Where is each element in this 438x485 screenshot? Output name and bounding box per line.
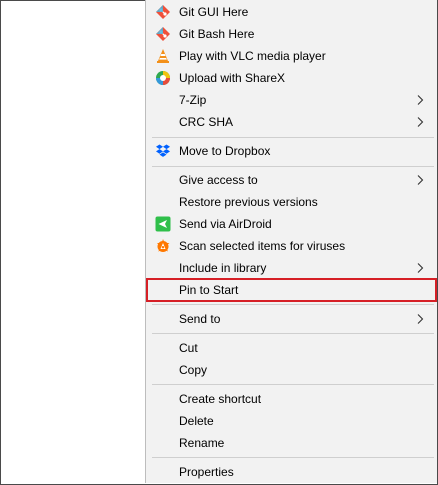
menu-item-copy[interactable]: Copy <box>146 359 437 381</box>
highlight-box <box>146 278 437 302</box>
menu-item-rename[interactable]: Rename <box>146 432 437 454</box>
chevron-right-icon <box>414 116 426 128</box>
menu-separator <box>152 166 434 167</box>
menu-item-create-shortcut[interactable]: Create shortcut <box>146 388 437 410</box>
menu-item-delete[interactable]: Delete <box>146 410 437 432</box>
chevron-right-icon <box>414 262 426 274</box>
avast-icon <box>155 238 171 254</box>
menu-item-crc-sha[interactable]: CRC SHA <box>146 111 437 133</box>
menu-item-label: Rename <box>179 436 225 450</box>
menu-item-label: Give access to <box>179 173 258 187</box>
git-bash-icon <box>155 26 171 42</box>
menu-item-label: Play with VLC media player <box>179 49 326 63</box>
menu-separator <box>152 457 434 458</box>
menu-item-label: 7-Zip <box>179 93 207 107</box>
menu-item-label: Restore previous versions <box>179 195 318 209</box>
menu-separator <box>152 333 434 334</box>
menu-item-properties[interactable]: Properties <box>146 461 437 483</box>
vlc-icon <box>155 48 171 64</box>
menu-item-send-to[interactable]: Send to <box>146 308 437 330</box>
context-menu: Git GUI Here Git Bash Here Play with VLC… <box>145 0 437 483</box>
menu-item-label: Upload with ShareX <box>179 71 286 85</box>
chevron-right-icon <box>414 94 426 106</box>
menu-item-restore-previous-versions[interactable]: Restore previous versions <box>146 191 437 213</box>
menu-item-scan-for-viruses[interactable]: Scan selected items for viruses <box>146 235 437 257</box>
dropbox-icon <box>155 143 171 159</box>
sharex-icon <box>155 70 171 86</box>
menu-item-label: Send to <box>179 312 221 326</box>
chevron-right-icon <box>414 313 426 325</box>
menu-item-label: Git GUI Here <box>179 5 249 19</box>
menu-item-move-to-dropbox[interactable]: Move to Dropbox <box>146 140 437 162</box>
menu-item-give-access-to[interactable]: Give access to <box>146 169 437 191</box>
menu-item-git-bash-here[interactable]: Git Bash Here <box>146 23 437 45</box>
menu-separator <box>152 304 434 305</box>
menu-item-play-with-vlc[interactable]: Play with VLC media player <box>146 45 437 67</box>
menu-item-label: Properties <box>179 465 234 479</box>
menu-separator <box>152 384 434 385</box>
menu-item-include-in-library[interactable]: Include in library <box>146 257 437 279</box>
menu-item-label: Move to Dropbox <box>179 144 271 158</box>
menu-item-7zip[interactable]: 7-Zip <box>146 89 437 111</box>
menu-item-label: Cut <box>179 341 198 355</box>
menu-item-label: Create shortcut <box>179 392 262 406</box>
menu-item-label: Send via AirDroid <box>179 217 272 231</box>
menu-item-label: Copy <box>179 363 208 377</box>
git-gui-icon <box>155 4 171 20</box>
chevron-right-icon <box>414 174 426 186</box>
menu-item-upload-with-sharex[interactable]: Upload with ShareX <box>146 67 437 89</box>
menu-item-label: Scan selected items for viruses <box>179 239 346 253</box>
menu-item-send-via-airdroid[interactable]: Send via AirDroid <box>146 213 437 235</box>
menu-item-label: Git Bash Here <box>179 27 255 41</box>
airdroid-icon <box>155 216 171 232</box>
menu-item-git-gui-here[interactable]: Git GUI Here <box>146 1 437 23</box>
menu-item-cut[interactable]: Cut <box>146 337 437 359</box>
menu-item-label: Delete <box>179 414 214 428</box>
menu-item-label: CRC SHA <box>179 115 234 129</box>
menu-item-label: Include in library <box>179 261 267 275</box>
menu-separator <box>152 137 434 138</box>
